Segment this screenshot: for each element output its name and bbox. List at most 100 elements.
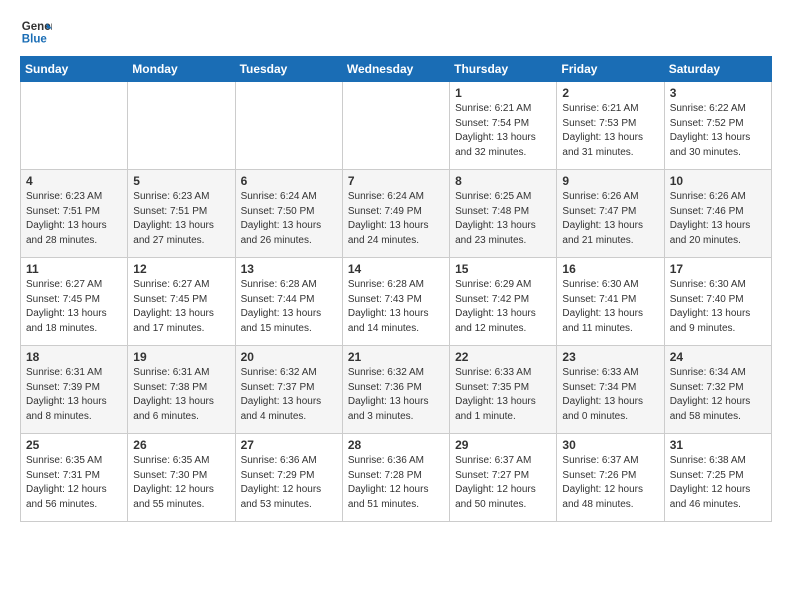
day-info: Sunrise: 6:29 AM Sunset: 7:42 PM Dayligh… xyxy=(455,278,551,336)
calendar-cell: 4 Sunrise: 6:23 AM Sunset: 7:51 PM Daylig… xyxy=(21,170,128,258)
weekday-header-saturday: Saturday xyxy=(664,57,771,82)
day-info: Sunrise: 6:34 AM Sunset: 7:32 PM Dayligh… xyxy=(670,366,766,424)
calendar-cell: 16 Sunrise: 6:30 AM Sunset: 7:41 PM Dayli… xyxy=(557,258,664,346)
day-number: 9 xyxy=(562,174,658,188)
day-number: 13 xyxy=(241,262,337,276)
calendar-cell: 7 Sunrise: 6:24 AM Sunset: 7:49 PM Daylig… xyxy=(342,170,449,258)
calendar-cell: 2 Sunrise: 6:21 AM Sunset: 7:53 PM Daylig… xyxy=(557,82,664,170)
day-number: 16 xyxy=(562,262,658,276)
day-info: Sunrise: 6:35 AM Sunset: 7:31 PM Dayligh… xyxy=(26,454,122,512)
day-number: 6 xyxy=(241,174,337,188)
day-number: 11 xyxy=(26,262,122,276)
week-row-5: 25 Sunrise: 6:35 AM Sunset: 7:31 PM Dayli… xyxy=(21,434,772,522)
day-number: 4 xyxy=(26,174,122,188)
calendar-table: SundayMondayTuesdayWednesdayThursdayFrid… xyxy=(20,56,772,522)
week-row-4: 18Sunrise: 6:31 AM Sunset: 7:39 PM Dayli… xyxy=(21,346,772,434)
day-info: Sunrise: 6:33 AM Sunset: 7:34 PM Dayligh… xyxy=(562,366,658,424)
calendar-cell: 10 Sunrise: 6:26 AM Sunset: 7:46 PM Dayli… xyxy=(664,170,771,258)
calendar-cell: 11Sunrise: 6:27 AM Sunset: 7:45 PM Dayli… xyxy=(21,258,128,346)
calendar-cell xyxy=(128,82,235,170)
calendar-cell: 28 Sunrise: 6:36 AM Sunset: 7:28 PM Dayli… xyxy=(342,434,449,522)
logo-icon: General Blue xyxy=(20,16,52,48)
day-number: 2 xyxy=(562,86,658,100)
calendar-cell xyxy=(342,82,449,170)
calendar-cell: 3 Sunrise: 6:22 AM Sunset: 7:52 PM Daylig… xyxy=(664,82,771,170)
day-info: Sunrise: 6:30 AM Sunset: 7:41 PM Dayligh… xyxy=(562,278,658,336)
calendar-cell: 22Sunrise: 6:33 AM Sunset: 7:35 PM Dayli… xyxy=(450,346,557,434)
calendar-header: SundayMondayTuesdayWednesdayThursdayFrid… xyxy=(21,57,772,82)
calendar-body: 1 Sunrise: 6:21 AM Sunset: 7:54 PM Daylig… xyxy=(21,82,772,522)
calendar-cell: 27Sunrise: 6:36 AM Sunset: 7:29 PM Dayli… xyxy=(235,434,342,522)
day-info: Sunrise: 6:36 AM Sunset: 7:28 PM Dayligh… xyxy=(348,454,444,512)
day-number: 21 xyxy=(348,350,444,364)
day-number: 1 xyxy=(455,86,551,100)
calendar-cell: 19 Sunrise: 6:31 AM Sunset: 7:38 PM Dayli… xyxy=(128,346,235,434)
calendar-cell: 17 Sunrise: 6:30 AM Sunset: 7:40 PM Dayli… xyxy=(664,258,771,346)
calendar-cell: 30 Sunrise: 6:37 AM Sunset: 7:26 PM Dayli… xyxy=(557,434,664,522)
day-info: Sunrise: 6:21 AM Sunset: 7:54 PM Dayligh… xyxy=(455,102,551,160)
day-number: 15 xyxy=(455,262,551,276)
weekday-header-thursday: Thursday xyxy=(450,57,557,82)
day-number: 26 xyxy=(133,438,229,452)
calendar-cell: 26 Sunrise: 6:35 AM Sunset: 7:30 PM Dayli… xyxy=(128,434,235,522)
calendar-cell: 14Sunrise: 6:28 AM Sunset: 7:43 PM Dayli… xyxy=(342,258,449,346)
day-number: 5 xyxy=(133,174,229,188)
weekday-row: SundayMondayTuesdayWednesdayThursdayFrid… xyxy=(21,57,772,82)
day-info: Sunrise: 6:32 AM Sunset: 7:36 PM Dayligh… xyxy=(348,366,444,424)
svg-text:Blue: Blue xyxy=(22,34,48,46)
day-number: 18 xyxy=(26,350,122,364)
day-number: 30 xyxy=(562,438,658,452)
calendar-cell: 12Sunrise: 6:27 AM Sunset: 7:45 PM Dayli… xyxy=(128,258,235,346)
day-info: Sunrise: 6:30 AM Sunset: 7:40 PM Dayligh… xyxy=(670,278,766,336)
logo: General Blue xyxy=(20,16,52,48)
day-number: 12 xyxy=(133,262,229,276)
calendar-cell: 9 Sunrise: 6:26 AM Sunset: 7:47 PM Daylig… xyxy=(557,170,664,258)
weekday-header-tuesday: Tuesday xyxy=(235,57,342,82)
day-number: 22 xyxy=(455,350,551,364)
day-info: Sunrise: 6:28 AM Sunset: 7:44 PM Dayligh… xyxy=(241,278,337,336)
day-number: 25 xyxy=(26,438,122,452)
calendar-cell: 21 Sunrise: 6:32 AM Sunset: 7:36 PM Dayli… xyxy=(342,346,449,434)
day-info: Sunrise: 6:23 AM Sunset: 7:51 PM Dayligh… xyxy=(26,190,122,248)
calendar-cell: 5 Sunrise: 6:23 AM Sunset: 7:51 PM Daylig… xyxy=(128,170,235,258)
day-info: Sunrise: 6:37 AM Sunset: 7:26 PM Dayligh… xyxy=(562,454,658,512)
calendar-cell xyxy=(235,82,342,170)
calendar-cell: 20 Sunrise: 6:32 AM Sunset: 7:37 PM Dayli… xyxy=(235,346,342,434)
day-number: 20 xyxy=(241,350,337,364)
day-info: Sunrise: 6:22 AM Sunset: 7:52 PM Dayligh… xyxy=(670,102,766,160)
day-info: Sunrise: 6:23 AM Sunset: 7:51 PM Dayligh… xyxy=(133,190,229,248)
day-info: Sunrise: 6:32 AM Sunset: 7:37 PM Dayligh… xyxy=(241,366,337,424)
calendar-cell: 23Sunrise: 6:33 AM Sunset: 7:34 PM Dayli… xyxy=(557,346,664,434)
day-info: Sunrise: 6:28 AM Sunset: 7:43 PM Dayligh… xyxy=(348,278,444,336)
weekday-header-monday: Monday xyxy=(128,57,235,82)
day-number: 8 xyxy=(455,174,551,188)
day-number: 7 xyxy=(348,174,444,188)
day-info: Sunrise: 6:21 AM Sunset: 7:53 PM Dayligh… xyxy=(562,102,658,160)
day-info: Sunrise: 6:25 AM Sunset: 7:48 PM Dayligh… xyxy=(455,190,551,248)
weekday-header-sunday: Sunday xyxy=(21,57,128,82)
calendar-cell: 29 Sunrise: 6:37 AM Sunset: 7:27 PM Dayli… xyxy=(450,434,557,522)
calendar-cell: 1 Sunrise: 6:21 AM Sunset: 7:54 PM Daylig… xyxy=(450,82,557,170)
day-info: Sunrise: 6:37 AM Sunset: 7:27 PM Dayligh… xyxy=(455,454,551,512)
day-info: Sunrise: 6:24 AM Sunset: 7:49 PM Dayligh… xyxy=(348,190,444,248)
calendar-cell: 15 Sunrise: 6:29 AM Sunset: 7:42 PM Dayli… xyxy=(450,258,557,346)
day-info: Sunrise: 6:38 AM Sunset: 7:25 PM Dayligh… xyxy=(670,454,766,512)
week-row-3: 11Sunrise: 6:27 AM Sunset: 7:45 PM Dayli… xyxy=(21,258,772,346)
day-info: Sunrise: 6:31 AM Sunset: 7:38 PM Dayligh… xyxy=(133,366,229,424)
weekday-header-friday: Friday xyxy=(557,57,664,82)
day-info: Sunrise: 6:35 AM Sunset: 7:30 PM Dayligh… xyxy=(133,454,229,512)
day-number: 27 xyxy=(241,438,337,452)
calendar-cell: 13 Sunrise: 6:28 AM Sunset: 7:44 PM Dayli… xyxy=(235,258,342,346)
day-number: 17 xyxy=(670,262,766,276)
weekday-header-wednesday: Wednesday xyxy=(342,57,449,82)
day-number: 29 xyxy=(455,438,551,452)
day-number: 3 xyxy=(670,86,766,100)
calendar-cell xyxy=(21,82,128,170)
day-number: 31 xyxy=(670,438,766,452)
day-number: 10 xyxy=(670,174,766,188)
calendar-cell: 25 Sunrise: 6:35 AM Sunset: 7:31 PM Dayli… xyxy=(21,434,128,522)
day-info: Sunrise: 6:26 AM Sunset: 7:46 PM Dayligh… xyxy=(670,190,766,248)
day-number: 19 xyxy=(133,350,229,364)
day-info: Sunrise: 6:26 AM Sunset: 7:47 PM Dayligh… xyxy=(562,190,658,248)
day-number: 28 xyxy=(348,438,444,452)
